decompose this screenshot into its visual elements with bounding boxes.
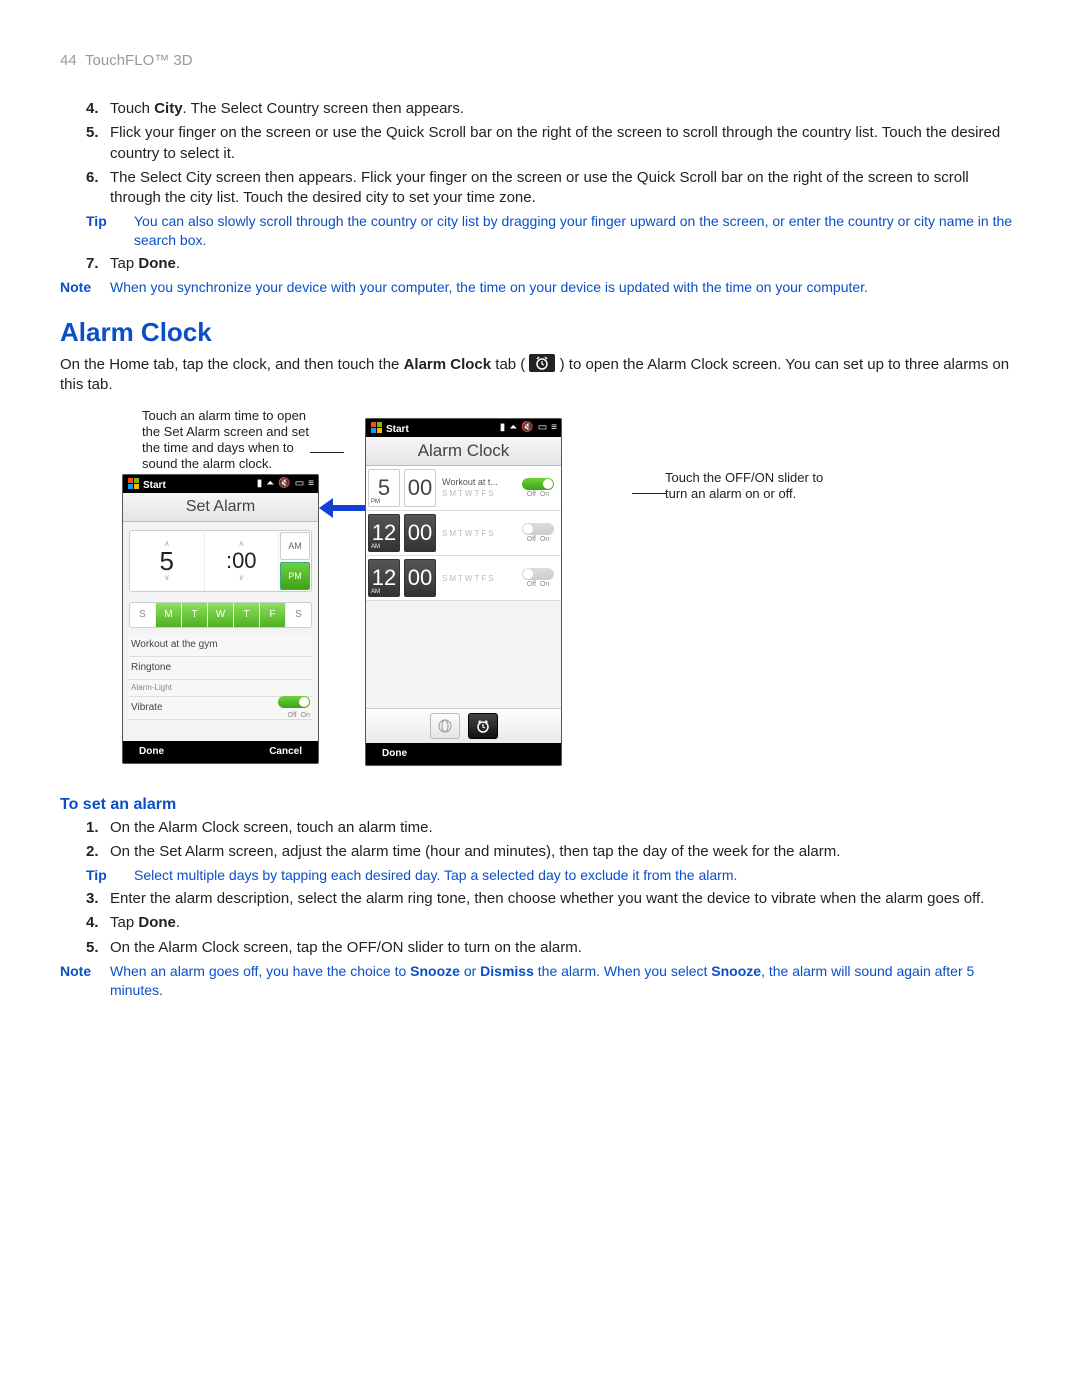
day-toggle[interactable]: S: [130, 603, 156, 627]
menu-icon: ≡: [308, 478, 314, 489]
vibrate-toggle[interactable]: [278, 696, 310, 708]
alarm-row[interactable]: AM1200SMTWTFSOff On: [366, 556, 561, 601]
speaker-icon: 🔇: [278, 478, 290, 489]
alarm-intro: On the Home tab, tap the clock, and then…: [60, 354, 1020, 396]
minute-wheel[interactable]: ∧:00∨: [205, 531, 280, 591]
vibrate-option[interactable]: Vibrate Off On: [129, 697, 312, 720]
alarm-hour[interactable]: AM12: [368, 559, 400, 597]
day-indicators: SMTWTFS: [442, 489, 517, 498]
tip-multiple-days: TipSelect multiple days by tapping each …: [86, 866, 1020, 885]
start-label[interactable]: Start: [143, 480, 166, 491]
list-item: 4.Touch City. The Select Country screen …: [86, 99, 1020, 119]
alarm-hour[interactable]: AM12: [368, 514, 400, 552]
step-7: 7.Tap Done.: [86, 254, 1020, 274]
bottom-bar: Done Cancel: [123, 741, 318, 763]
alarm-description-input[interactable]: Workout at the gym: [129, 634, 312, 657]
set-alarm-screenshot: Start ▮⏶🔇▭≡ Set Alarm ∧5∨ ∧:00∨ AMPM SMT…: [122, 474, 319, 764]
cancel-button[interactable]: Cancel: [269, 746, 302, 757]
days-selector[interactable]: SMTWTFS: [129, 602, 312, 628]
status-icons: ▮⏶ 🔇 ▭ ≡: [500, 422, 557, 433]
alarm-hour[interactable]: PM5: [368, 469, 400, 507]
list-item: 6.The Select City screen then appears. F…: [86, 168, 1020, 209]
signal-icon: ▮: [500, 422, 506, 433]
section-name: TouchFLO™ 3D: [85, 52, 193, 69]
callout-line: [310, 452, 344, 453]
ringtone-option[interactable]: Ringtone: [129, 657, 312, 680]
status-bar: Start ▮⏶ 🔇 ▭ ≡: [123, 475, 318, 493]
alarm-clock-screenshot: Start ▮⏶ 🔇 ▭ ≡ Alarm Clock PM500Workout at …: [365, 418, 562, 766]
bottom-bar: Done: [366, 743, 561, 765]
done-button[interactable]: Done: [139, 746, 164, 757]
day-toggle[interactable]: T: [182, 603, 208, 627]
start-label[interactable]: Start: [386, 424, 409, 435]
page-number: 44: [60, 52, 77, 69]
list-item: 2.On the Set Alarm screen, adjust the al…: [86, 842, 1020, 862]
alarm-row[interactable]: PM500Workout at t...SMTWTFSOff On: [366, 466, 561, 511]
battery-icon: ▭: [295, 478, 304, 489]
to-set-alarm-heading: To set an alarm: [60, 796, 1020, 814]
note-sync: NoteWhen you synchronize your device wit…: [60, 278, 1020, 297]
callout-line: [632, 493, 666, 494]
menu-icon: ≡: [551, 422, 557, 433]
status-icons: ▮⏶ 🔇 ▭ ≡: [257, 478, 314, 489]
alarm-tab-icon: [529, 354, 555, 372]
screen-title: Alarm Clock: [366, 437, 561, 466]
alarm-clock-heading: Alarm Clock: [60, 317, 1020, 348]
wifi-icon: ⏶: [266, 478, 274, 489]
list-item: 5.Flick your finger on the screen or use…: [86, 123, 1020, 164]
status-bar: Start ▮⏶ 🔇 ▭ ≡: [366, 419, 561, 437]
callout-slider: Touch the OFF/ON slider to turn an alarm…: [665, 470, 825, 503]
alarm-row[interactable]: AM1200SMTWTFSOff On: [366, 511, 561, 556]
list-item: 5.On the Alarm Clock screen, tap the OFF…: [86, 938, 1020, 958]
alarm-minute[interactable]: 00: [404, 559, 436, 597]
worldclock-tab-icon[interactable]: [430, 713, 460, 739]
day-indicators: SMTWTFS: [442, 574, 517, 583]
battery-icon: ▭: [538, 422, 547, 433]
time-picker[interactable]: ∧5∨ ∧:00∨ AMPM: [129, 530, 312, 592]
tip-country-city: TipYou can also slowly scroll through th…: [86, 212, 1020, 250]
alarm-light-option[interactable]: Alarm-Light: [129, 680, 312, 697]
wifi-icon: ⏶: [509, 422, 517, 433]
ampm-toggle[interactable]: AMPM: [279, 531, 311, 591]
done-button[interactable]: Done: [382, 748, 407, 759]
windows-flag-icon: [370, 422, 382, 434]
day-indicators: SMTWTFS: [442, 529, 517, 538]
step-7-text: Tap Done.: [110, 255, 180, 272]
alarm-toggle[interactable]: [522, 478, 554, 490]
list-item: 4.Tap Done.: [86, 913, 1020, 933]
hour-wheel[interactable]: ∧5∨: [130, 531, 205, 591]
page-header: 44 TouchFLO™ 3D: [60, 52, 1020, 69]
list-item: 3.Enter the alarm description, select th…: [86, 889, 1020, 909]
alarm-toggle[interactable]: [522, 568, 554, 580]
arrow-icon: [317, 496, 365, 520]
tab-bar: [366, 708, 561, 743]
day-toggle[interactable]: M: [156, 603, 182, 627]
windows-flag-icon: [127, 478, 139, 490]
day-toggle[interactable]: W: [208, 603, 234, 627]
screen-title: Set Alarm: [123, 493, 318, 522]
alarm-minute[interactable]: 00: [404, 514, 436, 552]
note-snooze: NoteWhen an alarm goes off, you have the…: [60, 962, 1020, 1000]
alarm-minute[interactable]: 00: [404, 469, 436, 507]
signal-icon: ▮: [257, 478, 263, 489]
speaker-icon: 🔇: [521, 422, 533, 433]
day-toggle[interactable]: T: [234, 603, 260, 627]
callout-set-alarm: Touch an alarm time to open the Set Alar…: [142, 408, 322, 473]
list-item: 1.On the Alarm Clock screen, touch an al…: [86, 818, 1020, 838]
alarm-toggle[interactable]: [522, 523, 554, 535]
alarm-tab-icon[interactable]: [468, 713, 498, 739]
day-toggle[interactable]: S: [286, 603, 311, 627]
day-toggle[interactable]: F: [260, 603, 286, 627]
